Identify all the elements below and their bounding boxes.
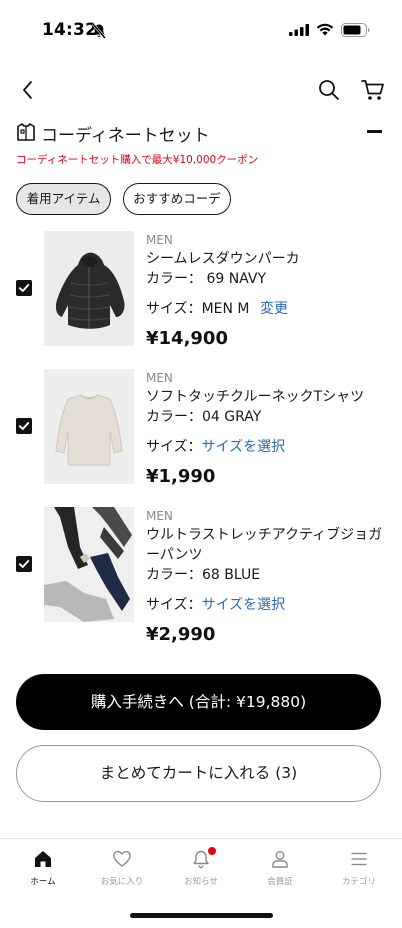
down-parka-image [44, 231, 134, 346]
list-item: MEN シームレスダウンパーカ カラー： 69 NAVY サイズ：MEN M 変… [0, 231, 402, 351]
checkout-button[interactable]: 購入手続きへ (合計: ¥19,880) [16, 674, 381, 730]
signal-icon [289, 24, 309, 36]
product-size: サイズ： [146, 439, 202, 455]
home-indicator [130, 913, 273, 918]
tab-label: ホーム [30, 877, 56, 887]
tab-label: カテゴリ [341, 877, 376, 887]
product-image[interactable] [44, 507, 134, 622]
product-image[interactable] [44, 231, 134, 346]
checkbox-checked-icon[interactable] [16, 418, 32, 434]
checkbox-checked-icon[interactable] [16, 556, 32, 572]
shirt-icon [17, 123, 35, 141]
home-icon [35, 851, 51, 867]
status-time: 14:32 [42, 20, 98, 40]
chip-worn-items[interactable]: 着用アイテム [16, 183, 111, 215]
product-info: MEN シームレスダウンパーカ カラー： 69 NAVY サイズ：MEN M 変… [146, 231, 386, 351]
product-name[interactable]: ソフトタッチクルーネックTシャツ [146, 387, 386, 407]
product-color: カラー：04 GRAY [146, 409, 262, 425]
product-size: サイズ：MEN M [146, 301, 250, 317]
product-price: ¥1,990 [146, 466, 216, 487]
list-item: MEN ウルトラストレッチアクティブジョガーパンツ カラー：68 BLUE サイ… [0, 507, 402, 645]
product-price: ¥2,990 [146, 624, 216, 645]
product-name[interactable]: シームレスダウンパーカ [146, 249, 386, 269]
coordinate-set-header[interactable]: コーディネートセット [16, 118, 386, 146]
tab-label: お気に入り [100, 877, 144, 887]
change-size-link[interactable]: 変更 [260, 301, 288, 317]
coupon-note: コーディネートセット購入で最大¥10,000クーポン [16, 154, 259, 166]
list-item: MEN ソフトタッチクルーネックTシャツ カラー：04 GRAY サイズ：サイズ… [0, 369, 402, 489]
tab-favorites[interactable]: お気に入り [82, 849, 162, 889]
collapse-icon[interactable] [367, 130, 382, 133]
product-gender: MEN [146, 233, 173, 247]
checkbox-checked-icon[interactable] [16, 280, 32, 296]
crew-neck-tshirt-image [44, 369, 134, 484]
battery-icon [341, 23, 370, 37]
product-info: MEN ソフトタッチクルーネックTシャツ カラー：04 GRAY サイズ：サイズ… [146, 369, 386, 489]
section-title: コーディネートセット [41, 126, 210, 146]
jogger-pants-image [44, 507, 134, 622]
person-icon [272, 851, 288, 868]
product-info: MEN ウルトラストレッチアクティブジョガーパンツ カラー：68 BLUE サイ… [146, 507, 386, 647]
product-gender: MEN [146, 371, 173, 385]
tab-category[interactable]: カテゴリ [319, 849, 399, 889]
heart-icon [113, 850, 131, 867]
wifi-icon [316, 23, 334, 36]
product-size-row: サイズ：サイズを選択 [146, 595, 386, 615]
status-bar: 14:32 [0, 0, 402, 60]
add-all-to-cart-button[interactable]: まとめてカートに入れる (3) [16, 745, 381, 802]
tab-membership[interactable]: 会員証 [240, 849, 320, 889]
bell-slash-icon [92, 23, 106, 39]
select-size-link[interactable]: サイズを選択 [202, 439, 286, 455]
menu-icon [351, 852, 367, 866]
top-nav [0, 74, 402, 106]
product-color: カラー：68 BLUE [146, 567, 261, 583]
tab-notifications[interactable]: お知らせ [161, 847, 241, 889]
tab-home[interactable]: ホーム [3, 849, 83, 889]
chip-recommended-coordinates[interactable]: おすすめコーデ [123, 183, 231, 215]
notification-badge [208, 847, 216, 855]
product-image[interactable] [44, 369, 134, 484]
product-size: サイズ： [146, 597, 202, 613]
tab-label: お知らせ [184, 877, 218, 887]
product-size-row: サイズ：サイズを選択 [146, 437, 386, 457]
product-size-row: サイズ：MEN M 変更 [146, 299, 386, 319]
select-size-link[interactable]: サイズを選択 [202, 597, 286, 613]
back-icon[interactable] [16, 78, 40, 102]
product-gender: MEN [146, 509, 173, 523]
tab-label: 会員証 [267, 877, 293, 887]
search-icon[interactable] [317, 78, 341, 102]
product-price: ¥14,900 [146, 328, 228, 349]
product-name[interactable]: ウルトラストレッチアクティブジョガーパンツ [146, 525, 386, 565]
cart-icon[interactable] [360, 78, 386, 102]
product-color: カラー： 69 NAVY [146, 271, 266, 287]
